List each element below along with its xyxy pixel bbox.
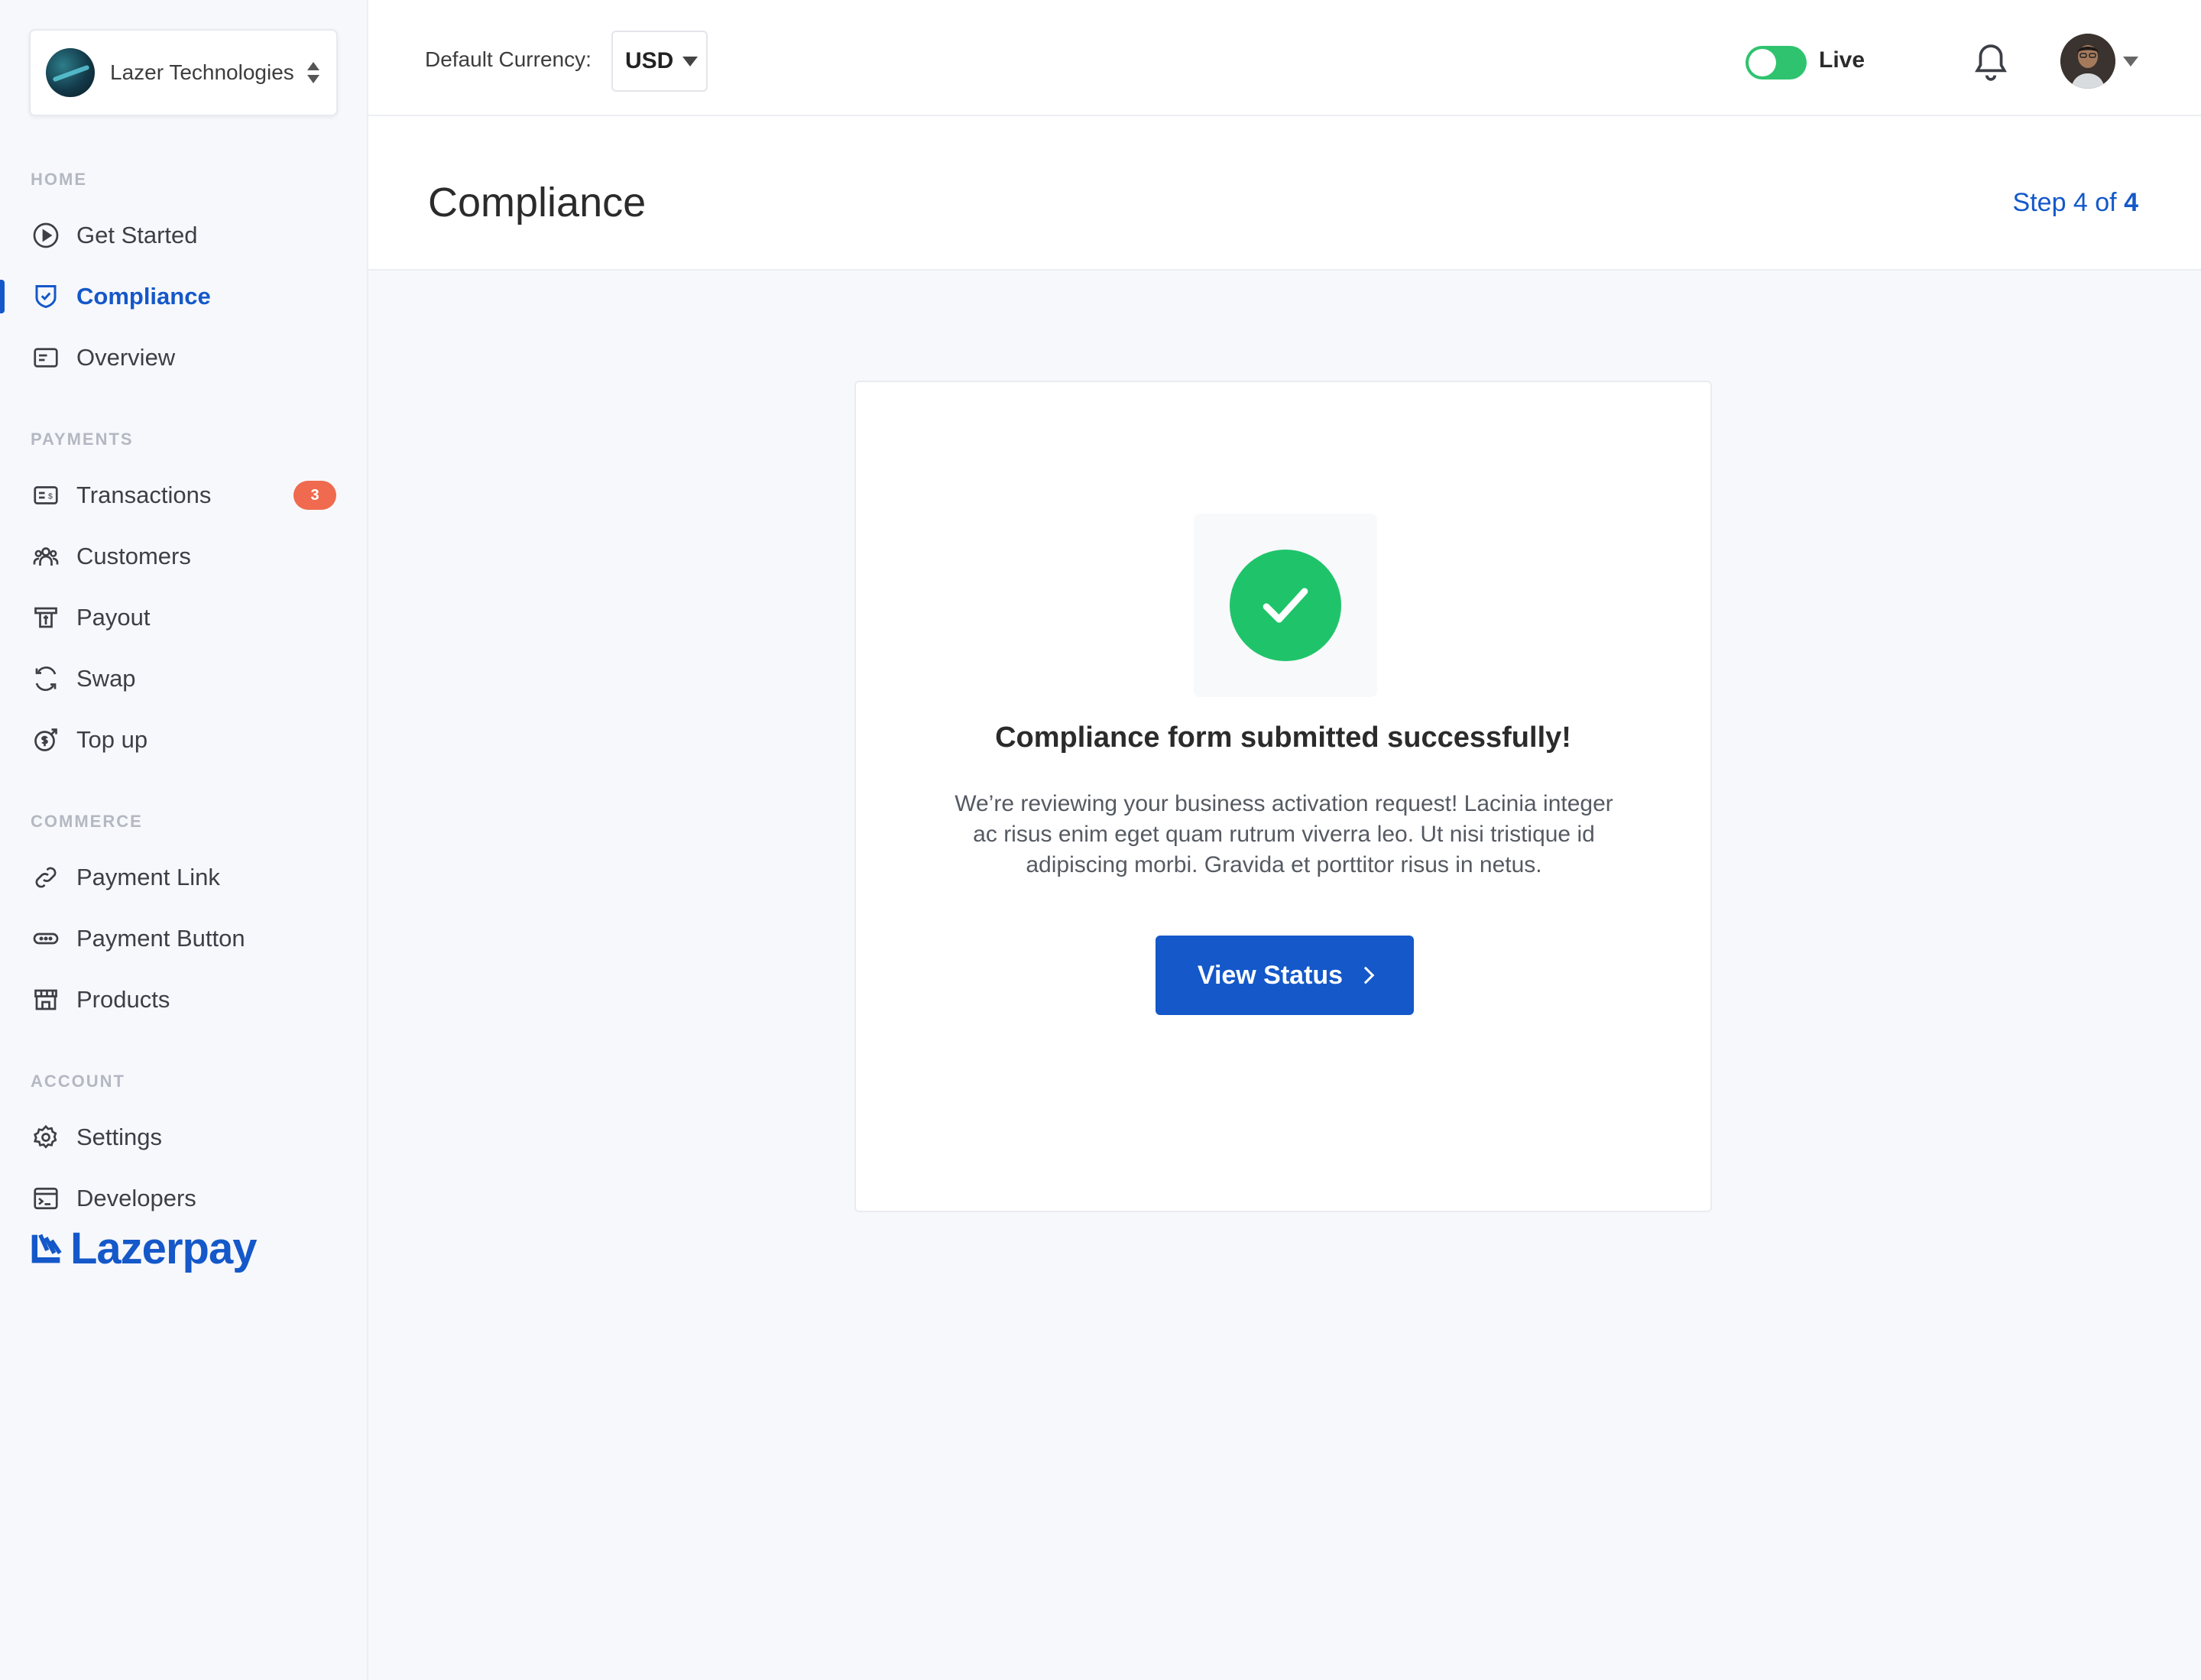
success-illustration	[1194, 514, 1377, 697]
sidebar-item-customers[interactable]: Customers	[0, 534, 367, 579]
wallet-icon: $	[31, 480, 61, 511]
sidebar-item-products[interactable]: Products	[0, 977, 367, 1023]
refresh-icon	[31, 663, 61, 694]
button-icon	[31, 923, 61, 954]
success-card: Compliance form submitted successfully! …	[854, 381, 1712, 1212]
sidebar-item-label: Get Started	[76, 222, 198, 248]
sidebar-item-label: Payout	[76, 604, 151, 631]
view-status-label: View Status	[1197, 960, 1344, 990]
section-label-home: HOME	[31, 170, 87, 189]
success-description: We’re reviewing your business activation…	[955, 791, 1613, 877]
sidebar-item-label: Developers	[76, 1185, 196, 1211]
lazerpay-logo-icon	[31, 1234, 62, 1263]
play-circle-icon	[31, 220, 61, 251]
store-icon	[31, 984, 61, 1015]
svg-text:$: $	[48, 492, 53, 501]
live-mode-toggle[interactable]	[1746, 46, 1807, 79]
step-prefix: Step 4 of	[2012, 188, 2125, 217]
page-title: Compliance	[428, 180, 647, 225]
section-label-commerce: COMMERCE	[31, 812, 143, 831]
sidebar-item-settings[interactable]: Settings	[0, 1114, 367, 1160]
sidebar-item-developers[interactable]: Developers	[0, 1176, 367, 1221]
sidebar-item-swap[interactable]: Swap	[0, 656, 367, 702]
sidebar-item-label: Customers	[76, 543, 191, 569]
sidebar-item-payment-button[interactable]: Payment Button	[0, 916, 367, 962]
org-avatar	[46, 48, 95, 97]
sidebar-item-label: Payment Link	[76, 864, 220, 890]
topbar: Default Currency: USD Live	[368, 0, 2201, 116]
sidebar-item-label: Compliance	[76, 283, 211, 310]
currency-select[interactable]: USD	[611, 31, 708, 92]
sidebar-item-label: Products	[76, 986, 170, 1013]
page-header: Compliance Step 4 of 4	[368, 116, 2201, 271]
notifications-button[interactable]	[1972, 41, 2010, 84]
users-icon	[31, 541, 61, 572]
live-mode-label: Live	[1819, 47, 1866, 73]
sort-arrows-icon	[306, 62, 321, 83]
sidebar-item-label: Swap	[76, 665, 136, 692]
sidebar-item-transactions[interactable]: $ Transactions 3	[0, 472, 367, 518]
step-indicator: Step 4 of 4	[2013, 188, 2138, 218]
atm-icon	[31, 602, 61, 633]
sidebar-item-label: Transactions	[76, 482, 212, 508]
sidebar-item-compliance[interactable]: Compliance	[0, 274, 367, 319]
sidebar-item-top-up[interactable]: Top up	[0, 717, 367, 763]
sidebar-item-label: Payment Button	[76, 925, 245, 952]
toggle-knob	[1749, 49, 1776, 76]
sidebar-item-get-started[interactable]: Get Started	[0, 212, 367, 258]
sidebar-item-label: Settings	[76, 1124, 163, 1150]
chevron-down-icon[interactable]	[2123, 57, 2138, 66]
gear-icon	[31, 1122, 61, 1153]
org-name: Lazer Technologies	[110, 60, 294, 84]
currency-value: USD	[625, 48, 674, 73]
transactions-count-badge: 3	[293, 481, 336, 510]
success-title: Compliance form submitted successfully!	[995, 722, 1571, 754]
coin-up-icon	[31, 725, 61, 755]
sidebar-item-payout[interactable]: Payout	[0, 595, 367, 641]
step-total: 4	[2124, 188, 2138, 217]
bell-icon	[1975, 44, 2007, 81]
org-switcher[interactable]: Lazer Technologies	[29, 29, 338, 116]
brand-logo: Lazerpay	[29, 1223, 257, 1274]
shield-check-icon	[31, 281, 61, 312]
brand-name: Lazerpay	[70, 1224, 257, 1273]
sidebar: Lazer Technologies HOME Get Started Comp…	[0, 0, 368, 1680]
check-circle-icon	[1230, 550, 1341, 661]
terminal-icon	[31, 1183, 61, 1214]
section-label-payments: PAYMENTS	[31, 430, 134, 449]
sidebar-item-label: Top up	[76, 726, 148, 753]
sidebar-item-payment-link[interactable]: Payment Link	[0, 855, 367, 900]
sidebar-item-overview[interactable]: Overview	[0, 335, 367, 381]
chevron-down-icon	[682, 56, 699, 66]
chevron-right-icon	[1357, 966, 1375, 984]
user-avatar[interactable]	[2060, 34, 2115, 89]
avatar-photo	[2060, 34, 2115, 89]
currency-label: Default Currency:	[425, 47, 592, 71]
link-icon	[31, 862, 61, 893]
sidebar-item-label: Overview	[76, 344, 176, 371]
view-status-button[interactable]: View Status	[1156, 936, 1414, 1015]
card-icon	[31, 342, 61, 373]
section-label-account: ACCOUNT	[31, 1072, 125, 1091]
